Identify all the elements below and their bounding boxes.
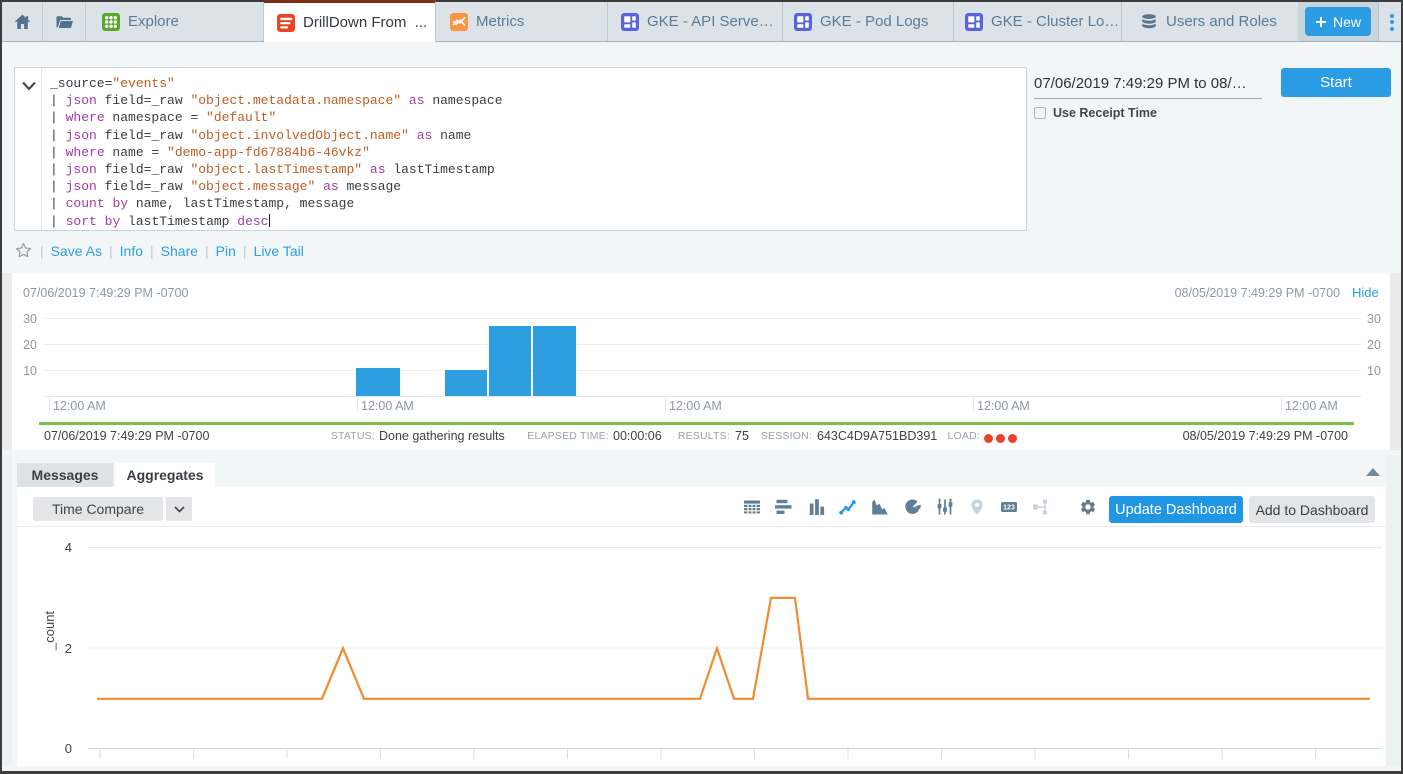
svg-text:123: 123 xyxy=(1003,505,1015,512)
